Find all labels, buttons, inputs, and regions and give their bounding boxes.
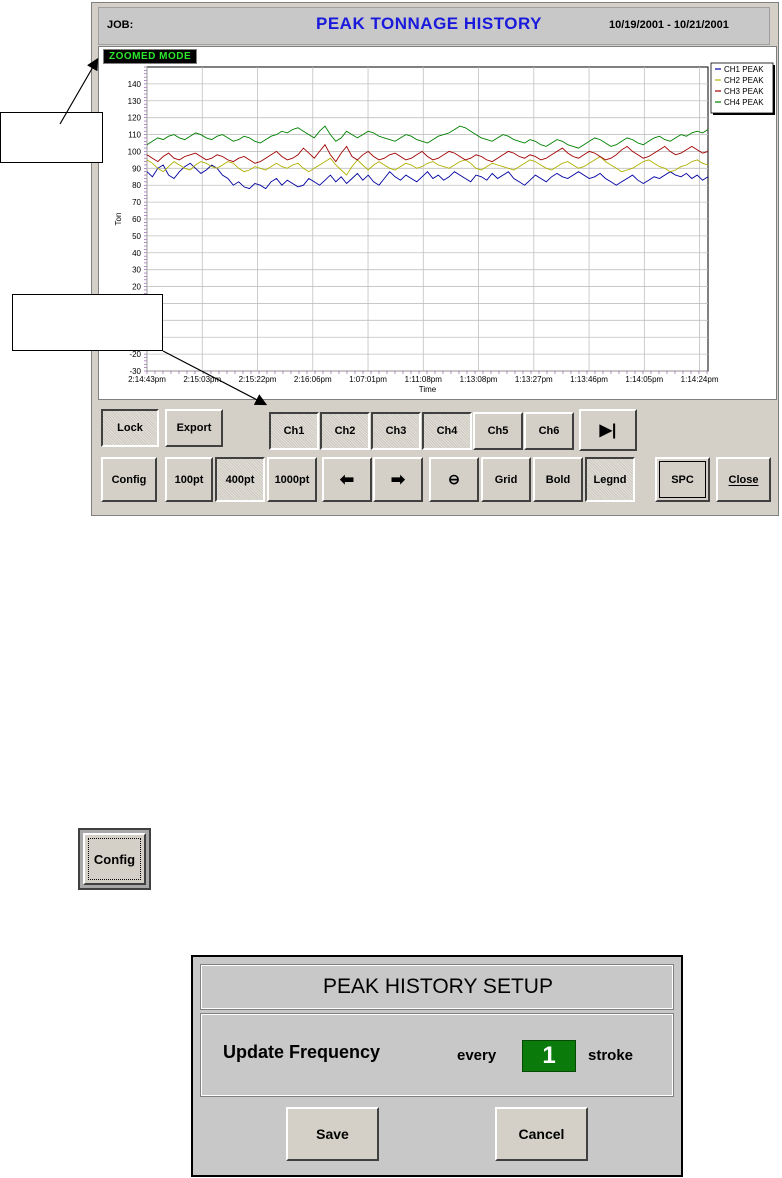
save-button[interactable]: Save (286, 1107, 379, 1161)
arrow-to-channel-buttons (162, 350, 268, 406)
update-frequency-row: Update Frequency every 1 stroke (200, 1013, 674, 1097)
callout-arrows (59, 57, 268, 406)
cancel-button[interactable]: Cancel (495, 1107, 588, 1161)
stroke-label: stroke (588, 1047, 634, 1064)
arrow-to-zoom-badge (59, 57, 99, 125)
config-button-illustration: Config (78, 828, 151, 890)
peak-history-setup-dialog: PEAK HISTORY SETUP Update Frequency ever… (191, 955, 683, 1177)
update-frequency-value[interactable]: 1 (522, 1040, 576, 1072)
config-button-large[interactable]: Config (83, 833, 146, 885)
every-label: every (457, 1047, 497, 1064)
dialog-title: PEAK HISTORY SETUP (323, 975, 553, 998)
update-frequency-label: Update Frequency (223, 1042, 381, 1062)
dialog-header: PEAK HISTORY SETUP (200, 964, 674, 1010)
